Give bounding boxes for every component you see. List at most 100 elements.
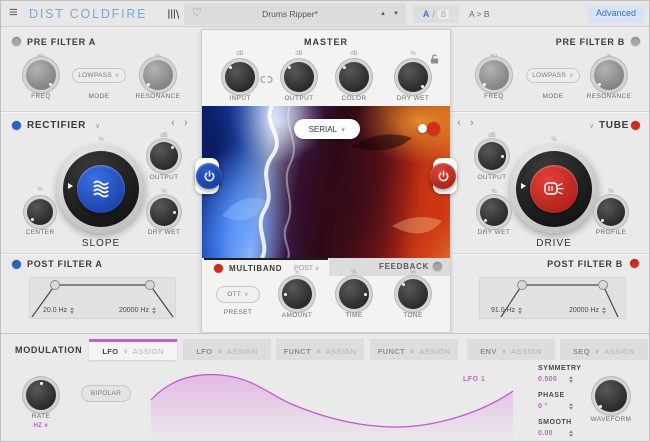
rectifier-next-icon[interactable]: › [184, 117, 188, 129]
rectifier-slope-knob[interactable] [57, 145, 145, 233]
heart-icon[interactable]: ♡ [192, 6, 202, 19]
pre-filter-b-mode-dropdown[interactable]: LOWPASS ∨ [526, 68, 580, 83]
post-filter-a-led[interactable] [12, 260, 21, 269]
mod-tab-assign[interactable]: ASSIGN [511, 347, 542, 356]
master-drywet-knob[interactable] [398, 62, 428, 92]
lock-icon[interactable] [430, 52, 439, 70]
multiband-tab[interactable]: MULTIBAND POST ∨ [204, 258, 328, 276]
pre-filter-a-mode-dropdown[interactable]: LOWPASS ∨ [72, 68, 126, 83]
stepper-icon[interactable] [569, 376, 573, 383]
post-filter-b-led[interactable] [630, 259, 639, 268]
stepper-icon[interactable] [569, 430, 573, 437]
routing-ab-toggle[interactable] [418, 121, 444, 135]
symmetry-value[interactable]: 0.500 [538, 376, 557, 383]
ab-copy-button[interactable]: A > B [469, 9, 490, 19]
tube-drywet-knob[interactable] [480, 198, 508, 226]
power-button-a[interactable] [196, 163, 222, 189]
rectifier-title: RECTIFIER [27, 120, 87, 131]
lfo-rate-mode-dropdown[interactable]: HZ ∨ [19, 422, 63, 429]
post-filter-a-low-value[interactable]: 20.0 Hz [43, 307, 75, 314]
mod-tab-assign[interactable]: ASSIGN [227, 347, 258, 356]
ab-toggle[interactable]: A / B [413, 5, 459, 23]
tube-profile-knob[interactable] [597, 198, 625, 226]
tube-drive-knob[interactable] [510, 145, 598, 233]
multiband-preset-dropdown[interactable]: OTT ∨ [216, 286, 260, 303]
tube-chevron-icon[interactable]: ∨ [589, 122, 594, 130]
post-filter-b-low-handle [517, 280, 527, 290]
chevron-down-icon: ∨ [244, 292, 249, 298]
stepper-icon[interactable] [601, 307, 606, 314]
power-button-b[interactable] [430, 163, 456, 189]
chevron-down-icon: ∨ [217, 348, 222, 355]
ab-toggle-b[interactable]: B [437, 9, 450, 19]
rectifier-drywet-knob[interactable] [150, 198, 178, 226]
pre-filter-b-resonance-knob[interactable] [594, 60, 624, 90]
rectifier-center-unit: % [37, 187, 43, 193]
mod-tab-seq[interactable]: SEQ ∨ ASSIGN [560, 339, 648, 360]
master-drywet-unit: % [410, 51, 416, 57]
chevron-down-icon: ∨ [410, 348, 415, 355]
ab-toggle-a[interactable]: A [423, 9, 430, 19]
preset-prev-button[interactable]: ▲ [380, 11, 386, 17]
lfo-rate-knob[interactable] [26, 380, 56, 410]
pre-filter-a-led[interactable] [12, 37, 21, 46]
smooth-value[interactable]: 0.00 [538, 430, 553, 437]
post-filter-a-high-value[interactable]: 20000 Hz [119, 307, 156, 314]
tube-next-icon[interactable]: › [470, 117, 474, 129]
mod-tab-lfo2[interactable]: LFO ∨ ASSIGN [183, 339, 271, 360]
mod-tab-assign[interactable]: ASSIGN [604, 347, 635, 356]
stepper-icon[interactable] [518, 307, 523, 314]
multiband-time-knob[interactable] [339, 279, 369, 309]
rectifier-drywet-label: DRY WET [147, 229, 181, 236]
master-input-knob[interactable] [225, 62, 255, 92]
library-icon[interactable] [167, 7, 180, 26]
menu-icon[interactable]: ≡ [9, 4, 18, 21]
pre-filter-a-freq-knob[interactable] [26, 60, 56, 90]
tube-led[interactable] [631, 121, 640, 130]
pre-filter-b-freq-knob[interactable] [479, 60, 509, 90]
mod-tab-assign[interactable]: ASSIGN [133, 347, 164, 356]
pre-filter-b-led[interactable] [631, 37, 640, 46]
mod-tab-assign[interactable]: ASSIGN [420, 347, 451, 356]
rectifier-led[interactable] [12, 121, 21, 130]
tube-output-knob[interactable] [478, 142, 506, 170]
rectifier-prev-icon[interactable]: ‹ [171, 117, 175, 129]
modulation-bar: MODULATION LFO ∨ ASSIGN LFO ∨ ASSIGN FUN… [1, 333, 649, 441]
preset-name[interactable]: Drums Ripper* [214, 9, 366, 19]
stepper-icon[interactable] [569, 403, 573, 410]
pre-filter-a-resonance-knob[interactable] [143, 60, 173, 90]
stepper-icon[interactable] [70, 307, 75, 314]
multiband-led[interactable] [214, 264, 223, 273]
post-filter-b-high-value[interactable]: 20000 Hz [569, 307, 606, 314]
multiband-tone-knob[interactable] [398, 279, 428, 309]
multiband-amount-knob[interactable] [282, 279, 312, 309]
phase-value[interactable]: 0 ° [538, 403, 548, 410]
preset-browser[interactable]: ♡ Drums Ripper* ▲ ▼ [184, 3, 406, 25]
routing-dropdown[interactable]: SERIAL ∨ [294, 119, 360, 139]
master-output-knob[interactable] [284, 62, 314, 92]
waveform-knob[interactable] [595, 380, 627, 412]
tube-prev-icon[interactable]: ‹ [457, 117, 461, 129]
bipolar-button[interactable]: BIPOLAR [81, 385, 131, 402]
master-color-knob[interactable] [339, 62, 369, 92]
mod-tab-label: SEQ [572, 346, 590, 356]
stepper-icon[interactable] [151, 307, 156, 314]
link-icon[interactable] [260, 71, 273, 89]
chevron-down-icon: ∨ [43, 423, 49, 429]
rectifier-chevron-icon[interactable]: ∨ [95, 122, 100, 130]
preset-next-button[interactable]: ▼ [393, 11, 399, 17]
multiband-title: MULTIBAND [229, 264, 283, 273]
mod-tab-lfo1[interactable]: LFO ∨ ASSIGN [89, 339, 177, 360]
rectifier-output-knob[interactable] [150, 142, 178, 170]
post-filter-b-low-value[interactable]: 91.0 Hz [491, 307, 523, 314]
mod-tab-label: FUNCT [283, 346, 312, 356]
mod-tab-funct1[interactable]: FUNCT ∨ ASSIGN [276, 339, 364, 360]
artwork-image: SERIAL ∨ [202, 106, 450, 258]
mod-tab-funct2[interactable]: FUNCT ∨ ASSIGN [370, 339, 458, 360]
mod-tab-assign[interactable]: ASSIGN [326, 347, 357, 356]
mod-tab-env[interactable]: ENV ∨ ASSIGN [467, 339, 555, 360]
feedback-led[interactable] [433, 262, 442, 271]
pre-filter-a-resonance-label: RESONANCE [135, 93, 181, 100]
advanced-button[interactable]: Advanced [587, 5, 644, 23]
rectifier-center-knob[interactable] [27, 199, 53, 225]
